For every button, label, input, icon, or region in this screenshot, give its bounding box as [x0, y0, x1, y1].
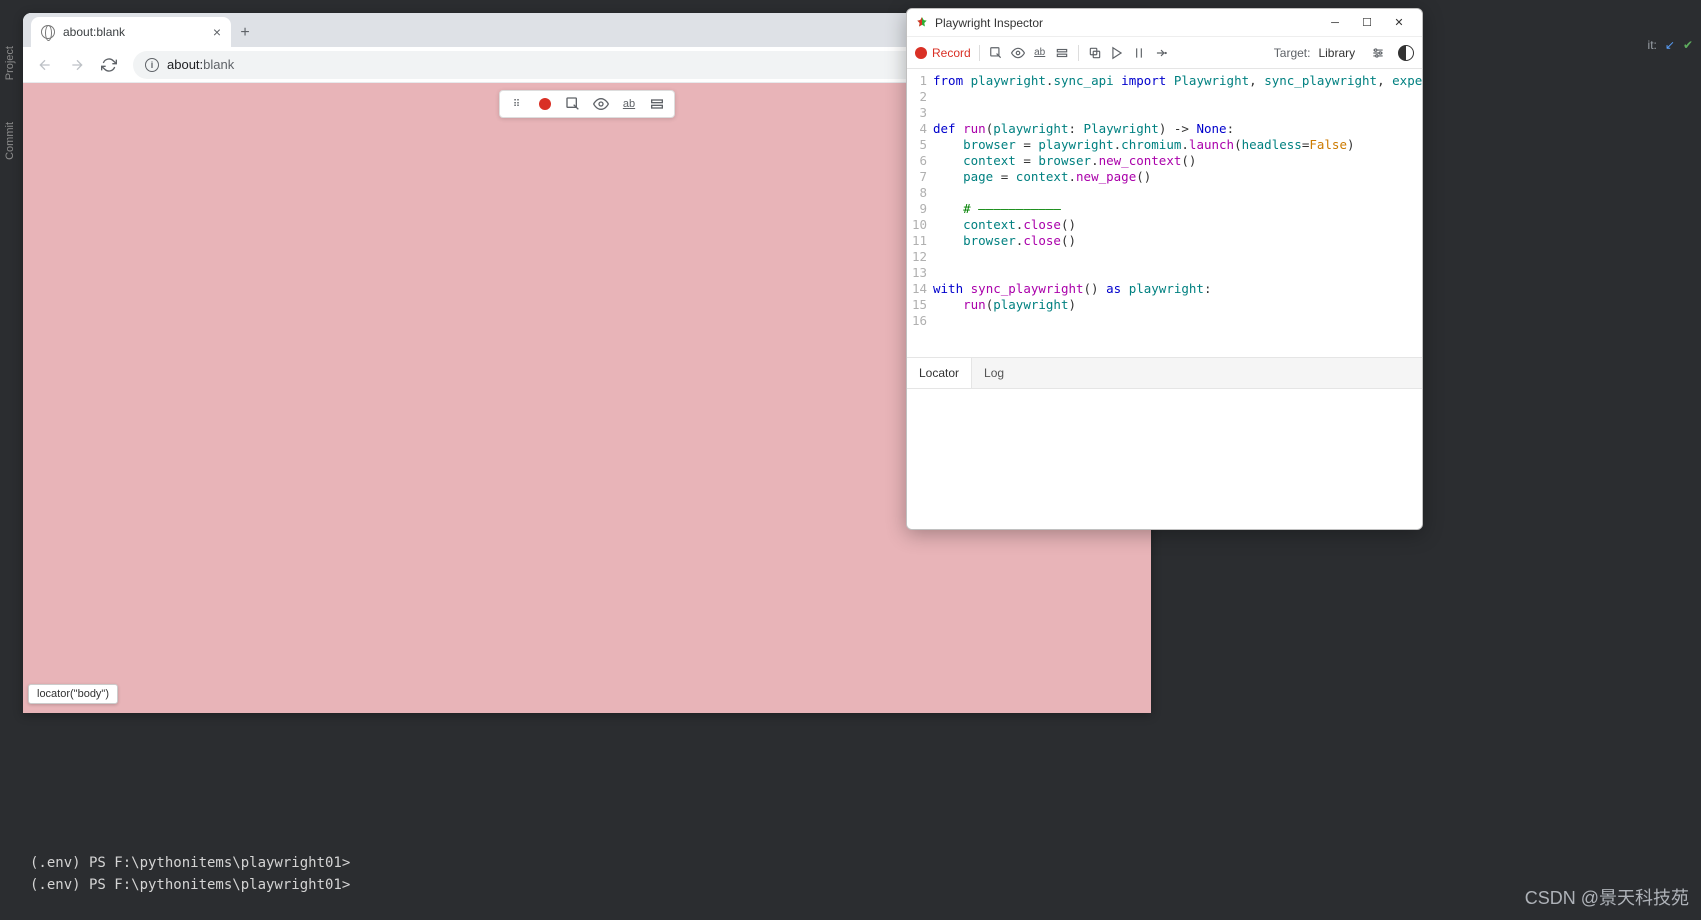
record-button[interactable]: Record	[915, 46, 971, 60]
terminal-line: (.env) PS F:\pythonitems\playwright01>	[30, 874, 1501, 896]
inspector-toolbar: Record ab Target: Library	[907, 37, 1422, 69]
pick-locator-icon[interactable]	[988, 45, 1004, 61]
settings-icon[interactable]	[1370, 45, 1386, 61]
code-line: 14with sync_playwright() as playwright:	[907, 281, 1422, 297]
code-line: 13	[907, 265, 1422, 281]
target-group: Target: Library	[1274, 44, 1414, 62]
visibility-icon[interactable]	[1010, 45, 1026, 61]
snapshot-icon[interactable]	[1054, 45, 1070, 61]
ide-topright-controls: it: ↙ ✔	[1648, 38, 1693, 52]
address-text: about:blank	[167, 57, 234, 72]
inspector-bottom-tabs: Locator Log	[907, 357, 1422, 389]
git-label: it:	[1648, 38, 1657, 52]
forward-button[interactable]	[63, 51, 91, 79]
watermark: CSDN @景天科技苑	[1525, 884, 1689, 910]
terminal[interactable]: (.env) PS F:\pythonitems\playwright01> (…	[30, 852, 1501, 896]
close-icon[interactable]: ×	[213, 24, 221, 40]
inspector-title: Playwright Inspector	[935, 16, 1320, 30]
step-icon[interactable]	[1153, 45, 1169, 61]
code-line: 3	[907, 105, 1422, 121]
maximize-button[interactable]: ☐	[1352, 12, 1382, 34]
info-icon: i	[145, 58, 159, 72]
code-line: 15 run(playwright)	[907, 297, 1422, 313]
globe-icon	[41, 25, 55, 39]
terminal-line: (.env) PS F:\pythonitems\playwright01>	[30, 852, 1501, 874]
tab-locator[interactable]: Locator	[907, 358, 972, 388]
tab-title: about:blank	[63, 25, 125, 39]
git-check-icon[interactable]: ✔	[1683, 38, 1693, 52]
code-line: 10 context.close()	[907, 217, 1422, 233]
text-icon[interactable]: ab	[1032, 45, 1048, 61]
code-line: 7 page = context.new_page()	[907, 169, 1422, 185]
code-line: 4def run(playwright: Playwright) -> None…	[907, 121, 1422, 137]
close-button[interactable]: ✕	[1384, 12, 1414, 34]
record-dot-icon	[915, 47, 927, 59]
separator	[979, 45, 980, 61]
code-line: 5 browser = playwright.chromium.launch(h…	[907, 137, 1422, 153]
inspector-titlebar[interactable]: Playwright Inspector ─ ☐ ✕	[907, 9, 1422, 37]
window-controls: ─ ☐ ✕	[1320, 12, 1414, 34]
record-label: Record	[932, 46, 971, 60]
drag-handle-icon[interactable]: ⠿	[508, 95, 526, 113]
sidebar-tab-project[interactable]: Project	[0, 40, 20, 86]
copy-icon[interactable]	[1087, 45, 1103, 61]
code-editor[interactable]: 1from playwright.sync_api import Playwri…	[907, 69, 1422, 357]
code-line: 2	[907, 89, 1422, 105]
resume-icon[interactable]	[1109, 45, 1125, 61]
pause-icon[interactable]	[1131, 45, 1147, 61]
git-pull-icon[interactable]: ↙	[1665, 38, 1675, 52]
code-line: 11 browser.close()	[907, 233, 1422, 249]
pick-locator-icon[interactable]	[564, 95, 582, 113]
inspector-bottom-panel	[907, 389, 1422, 529]
code-line: 9 # ———————————	[907, 201, 1422, 217]
inspector-window: Playwright Inspector ─ ☐ ✕ Record ab Tar…	[906, 8, 1423, 530]
code-line: 1from playwright.sync_api import Playwri…	[907, 73, 1422, 89]
theme-toggle-icon[interactable]	[1398, 45, 1414, 61]
browser-tab[interactable]: about:blank ×	[31, 17, 231, 47]
code-line: 16	[907, 313, 1422, 329]
playwright-page-toolbar: ⠿ ab	[499, 90, 675, 118]
playwright-logo-icon	[915, 16, 929, 30]
reload-button[interactable]	[95, 51, 123, 79]
locator-tooltip: locator("body")	[28, 684, 118, 704]
minimize-button[interactable]: ─	[1320, 12, 1350, 34]
text-icon[interactable]: ab	[620, 95, 638, 113]
tab-log[interactable]: Log	[972, 358, 1016, 388]
visibility-icon[interactable]	[592, 95, 610, 113]
separator	[1078, 45, 1079, 61]
target-select[interactable]: Library	[1316, 44, 1369, 62]
record-icon[interactable]	[536, 95, 554, 113]
ide-left-sidebar: Project Commit	[0, 0, 24, 920]
code-line: 6 context = browser.new_context()	[907, 153, 1422, 169]
back-button[interactable]	[31, 51, 59, 79]
sidebar-tab-commit[interactable]: Commit	[0, 116, 20, 166]
snapshot-icon[interactable]	[648, 95, 666, 113]
target-label: Target:	[1274, 46, 1311, 60]
new-tab-button[interactable]: +	[231, 19, 259, 47]
code-line: 8	[907, 185, 1422, 201]
code-line: 12	[907, 249, 1422, 265]
